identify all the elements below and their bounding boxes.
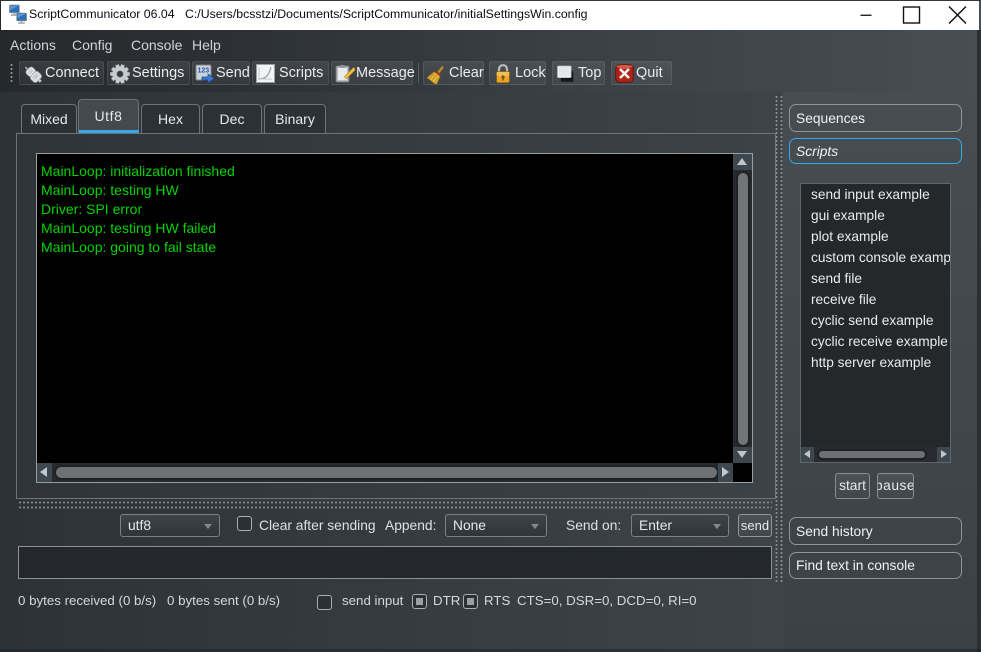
svg-text:123: 123 [198, 68, 210, 75]
